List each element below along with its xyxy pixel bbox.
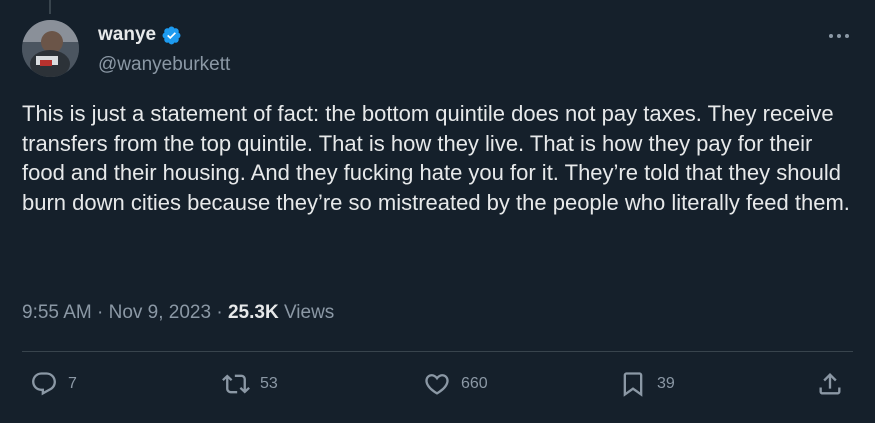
- like-count: 660: [461, 375, 488, 392]
- thread-line: [49, 0, 51, 14]
- like-button[interactable]: 660: [423, 370, 488, 398]
- views-label: Views: [283, 302, 335, 323]
- share-upload-icon: [819, 373, 841, 395]
- tweet-meta: 9:55 AM · Nov 9, 2023 · 25.3K Views: [22, 301, 334, 325]
- repost-arrows-icon: [222, 374, 250, 394]
- more-dots-icon: [829, 34, 849, 38]
- tweet-date[interactable]: Nov 9, 2023: [109, 302, 211, 323]
- handle[interactable]: @wanyeburkett: [98, 54, 230, 76]
- tweet-time[interactable]: 9:55 AM: [22, 302, 92, 323]
- repost-count: 53: [260, 375, 278, 392]
- avatar-image: [22, 20, 79, 77]
- bookmark-button[interactable]: 39: [619, 370, 675, 398]
- tweet-card: wanye @wanyeburkett This is just a state…: [0, 0, 875, 423]
- reply-bubble-icon: [32, 372, 56, 396]
- bookmark-count: 39: [657, 375, 675, 392]
- share-button[interactable]: [816, 370, 844, 398]
- meta-separator: ·: [216, 302, 223, 323]
- views-count[interactable]: 25.3K: [228, 302, 279, 323]
- divider: [22, 351, 853, 352]
- repost-button[interactable]: 53: [222, 370, 278, 398]
- reply-count: 7: [68, 375, 77, 392]
- bookmark-icon: [623, 372, 643, 397]
- tweet-text: This is just a statement of fact: the bo…: [22, 101, 850, 215]
- heart-icon: [425, 374, 449, 395]
- name-row: wanye: [98, 24, 182, 46]
- verified-badge-icon: [161, 25, 182, 46]
- reply-button[interactable]: 7: [30, 370, 77, 398]
- display-name[interactable]: wanye: [98, 24, 156, 46]
- meta-separator: ·: [97, 302, 104, 323]
- action-bar: 7 53 660 39: [0, 370, 875, 406]
- more-options-button[interactable]: [825, 24, 853, 48]
- avatar[interactable]: [22, 20, 79, 77]
